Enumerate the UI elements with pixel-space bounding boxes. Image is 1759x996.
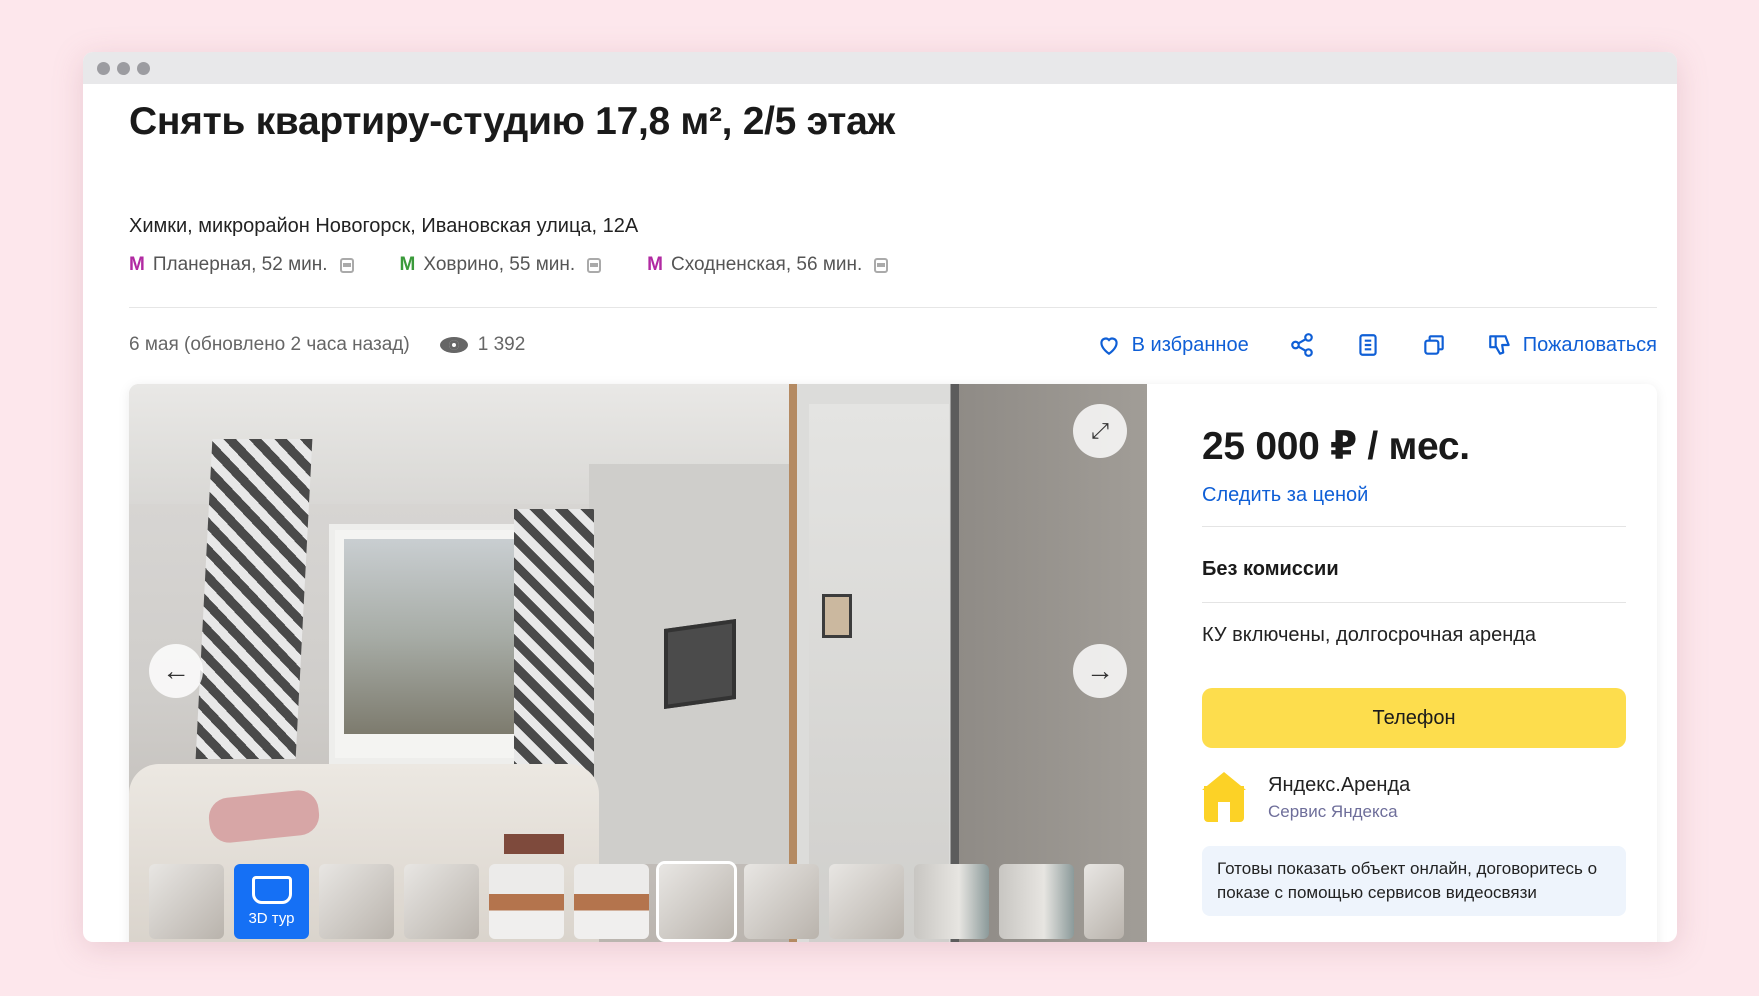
metro-station[interactable]: М Ховрино, 55 мин. — [400, 254, 602, 276]
photo-thumbnail[interactable] — [149, 864, 224, 939]
bus-icon — [874, 257, 889, 273]
metro-station[interactable]: М Планерная, 52 мин. — [129, 254, 354, 276]
photo-mirror-reflection — [809, 404, 949, 942]
photo-thumbnail[interactable] — [1084, 864, 1124, 939]
rent-price: 25 000 ₽ / мес. — [1202, 425, 1470, 468]
sidebar-divider — [1202, 602, 1626, 603]
metro-icon: М — [647, 254, 663, 275]
metro-station-text: Ховрино, 55 мин. — [423, 254, 576, 275]
agent-name: Яндекс.Аренда — [1268, 774, 1411, 796]
publish-date: 6 мая (обновлено 2 часа назад) — [129, 334, 410, 355]
metro-icon: М — [129, 254, 145, 275]
complain-button[interactable]: Пожаловаться — [1487, 332, 1657, 358]
eye-icon — [439, 337, 468, 353]
bus-icon — [339, 257, 354, 273]
photo-thumbnail[interactable] — [489, 864, 564, 939]
header-divider — [129, 307, 1657, 308]
window-dot[interactable] — [117, 61, 130, 75]
commission-info: Без комиссии — [1202, 558, 1339, 580]
photo-thumbnail[interactable] — [319, 864, 394, 939]
arrow-left-icon: ← — [162, 655, 190, 686]
3d-tour-label: 3D тур — [248, 910, 295, 927]
metro-station-text: Планерная, 52 мин. — [152, 254, 328, 275]
window-dot[interactable] — [137, 61, 150, 75]
photo-curtain — [195, 439, 313, 759]
3d-tour-icon — [251, 876, 292, 904]
listing-actions: В избранное Пожаловаться — [1096, 332, 1657, 358]
arrow-right-icon: → — [1086, 655, 1114, 686]
copy-button[interactable] — [1421, 332, 1447, 358]
expand-icon: ⤢ — [1091, 418, 1109, 443]
listing-meta: 6 мая (обновлено 2 часа назад) 1 392 В и… — [129, 332, 1657, 358]
views-count: 1 392 — [477, 334, 526, 355]
photo-gallery[interactable]: ⤢ ← → 3D тур — [129, 384, 1147, 942]
complain-label: Пожаловаться — [1522, 333, 1657, 356]
browser-window: Снять квартиру-студию 17,8 м², 2/5 этаж … — [83, 52, 1677, 942]
favorite-button[interactable]: В избранное — [1096, 332, 1249, 358]
sidebar-divider — [1202, 526, 1626, 527]
photo-wall-picture — [822, 594, 852, 638]
offer-sidebar: 25 000 ₽ / мес. Следить за ценой Без ком… — [1147, 384, 1657, 942]
next-photo-button[interactable]: → — [1073, 644, 1127, 698]
thumbnail-strip: 3D тур — [149, 861, 1124, 942]
photo-thumbnail[interactable] — [574, 864, 649, 939]
agent-text: Яндекс.Аренда Сервис Яндекса — [1268, 774, 1410, 822]
bus-icon — [587, 257, 602, 273]
copy-icon — [1423, 335, 1444, 355]
rent-terms: КУ включены, долгосрочная аренда — [1202, 624, 1537, 646]
metro-icon: М — [399, 254, 416, 275]
fullscreen-button[interactable]: ⤢ — [1073, 404, 1127, 458]
views-counter: 1 392 — [439, 334, 526, 356]
online-viewing-notice: Готовы показать объект онлайн, договорит… — [1202, 846, 1626, 916]
photo-tv — [664, 618, 736, 710]
share-icon — [1290, 333, 1313, 357]
note-button[interactable] — [1355, 332, 1381, 358]
previous-photo-button[interactable]: ← — [149, 644, 203, 698]
listing-address[interactable]: Химки, микрорайон Новогорск, Ивановская … — [129, 215, 638, 238]
phone-button[interactable]: Телефон — [1202, 688, 1626, 748]
listing-title: Снять квартиру-студию 17,8 м², 2/5 этаж — [129, 100, 895, 143]
heart-icon — [1099, 337, 1118, 355]
photo-rug — [504, 834, 564, 854]
photo-thumbnail[interactable] — [744, 864, 819, 939]
agent-subtitle: Сервис Яндекса — [1268, 802, 1398, 821]
photo-thumbnail-selected[interactable] — [656, 861, 737, 942]
photo-thumbnail[interactable] — [404, 864, 479, 939]
metro-station[interactable]: М Сходненская, 56 мин. — [647, 254, 889, 276]
favorite-label: В избранное — [1131, 333, 1249, 356]
photo-thumbnail[interactable] — [829, 864, 904, 939]
metro-stations: М Планерная, 52 мин. М Ховрино, 55 мин. … — [129, 254, 889, 276]
document-icon — [1359, 334, 1377, 356]
photo-thumbnail[interactable] — [999, 864, 1074, 939]
window-dot[interactable] — [97, 61, 110, 75]
agent-info[interactable]: Яндекс.Аренда Сервис Яндекса — [1202, 772, 1410, 824]
yandex-arenda-logo — [1202, 772, 1246, 824]
photo-thumbnail[interactable] — [914, 864, 989, 939]
window-titlebar — [83, 52, 1677, 84]
photo-curtain — [514, 509, 594, 799]
3d-tour-thumbnail[interactable]: 3D тур — [234, 864, 309, 939]
share-button[interactable] — [1289, 332, 1315, 358]
metro-station-text: Сходненская, 56 мин. — [670, 254, 863, 275]
offer-card: ⤢ ← → 3D тур 25 000 ₽ / мес. Следить за … — [129, 384, 1657, 942]
watch-price-link[interactable]: Следить за ценой — [1202, 484, 1368, 507]
thumbs-down-icon — [1488, 335, 1510, 355]
